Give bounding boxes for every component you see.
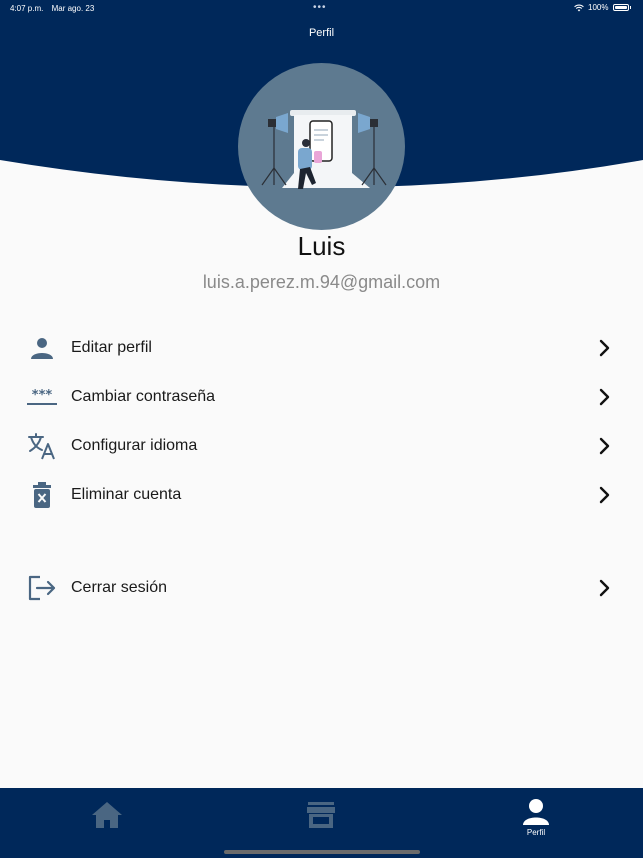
menu-item-label: Editar perfil: [71, 339, 152, 356]
status-bar: 4:07 p.m. Mar ago. 23 ••• 100%: [0, 0, 643, 16]
chevron-right-icon: [598, 387, 612, 407]
menu-item-language[interactable]: Configurar idioma: [0, 422, 643, 470]
multitasking-dots[interactable]: •••: [313, 2, 327, 13]
nav-label-profile: Perfil: [526, 828, 546, 837]
menu-item-logout[interactable]: Cerrar sesión: [0, 564, 643, 612]
menu-item-change-password[interactable]: *** Cambiar contraseña: [0, 373, 643, 421]
menu-item-label: Configurar idioma: [71, 437, 198, 454]
store-icon: [307, 802, 335, 828]
user-name: Luis: [297, 231, 346, 261]
nav-item-store[interactable]: [214, 788, 428, 858]
menu-item-delete-account[interactable]: Eliminar cuenta: [0, 471, 643, 519]
status-date: Mar ago. 23: [51, 4, 95, 13]
battery-percent: 100%: [588, 3, 609, 12]
chevron-right-icon: [598, 578, 612, 598]
home-icon: [92, 802, 122, 828]
chevron-right-icon: [598, 338, 612, 358]
bottom-nav: Perfil: [0, 788, 643, 858]
menu-item-label: Eliminar cuenta: [71, 486, 182, 503]
menu-item-label: Cerrar sesión: [71, 579, 168, 596]
home-indicator[interactable]: [224, 850, 420, 854]
status-time: 4:07 p.m.: [10, 4, 44, 13]
menu-item-label: Cambiar contraseña: [71, 388, 216, 405]
avatar[interactable]: [238, 63, 405, 230]
logout-icon: [26, 572, 58, 604]
delete-icon: [26, 479, 58, 511]
menu-item-edit-profile[interactable]: Editar perfil: [0, 324, 643, 372]
page-title: Perfil: [308, 27, 335, 39]
chevron-right-icon: [598, 485, 612, 505]
nav-item-home[interactable]: [0, 788, 214, 858]
chevron-right-icon: [598, 436, 612, 456]
user-email: luis.a.perez.m.94@gmail.com: [202, 272, 441, 292]
svg-text:***: ***: [32, 388, 53, 403]
photo-studio-illustration: [261, 110, 387, 189]
battery-icon: [612, 4, 629, 11]
nav-item-profile[interactable]: Perfil: [429, 788, 643, 858]
person-icon: [26, 332, 58, 364]
battery-tip: [629, 6, 631, 9]
translate-icon: [26, 430, 58, 462]
person-icon: [523, 799, 549, 825]
password-icon: ***: [26, 381, 58, 413]
wifi-icon: [574, 4, 584, 11]
